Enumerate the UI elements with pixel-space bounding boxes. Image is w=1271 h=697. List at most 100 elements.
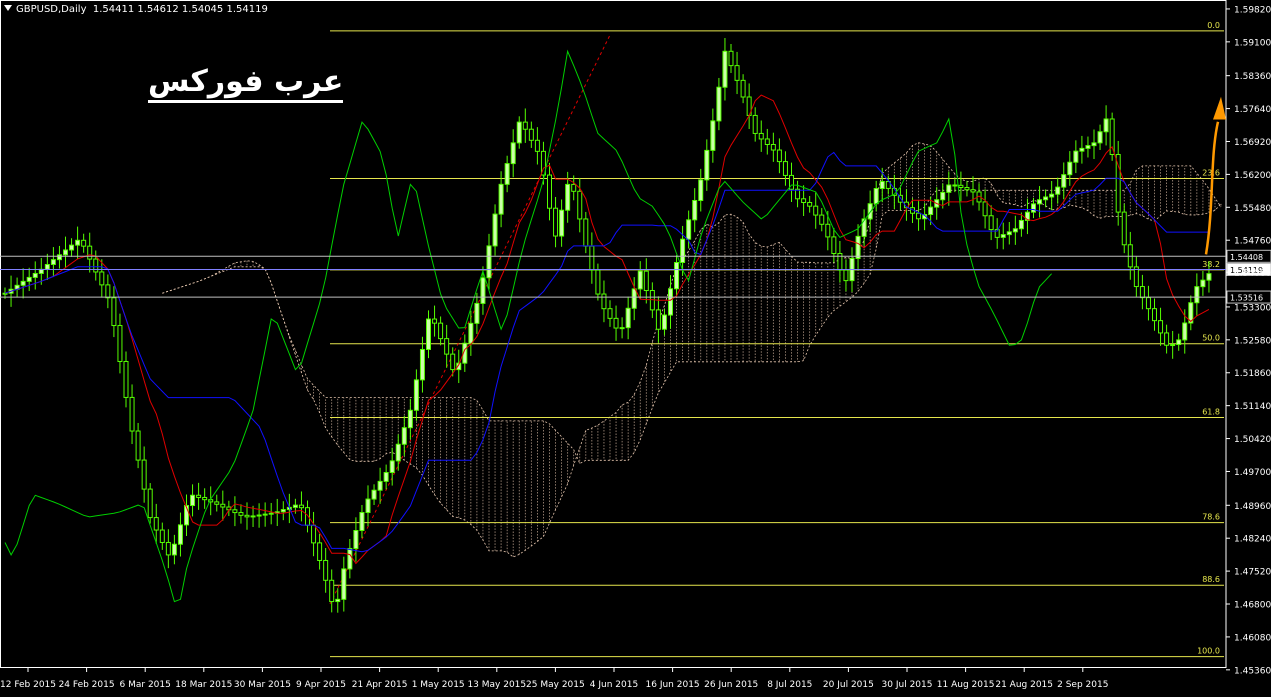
candle-bear (99, 271, 105, 286)
candle-bull (353, 529, 359, 549)
candle-bear (583, 218, 589, 247)
candle-bear (734, 65, 740, 81)
y-tick-label: 1.52580 (1234, 336, 1271, 346)
candle-bull (63, 249, 68, 256)
candle-bear (831, 236, 837, 255)
tenkan-sen-line (4, 94, 1210, 565)
y-tick-label: 1.56200 (1234, 171, 1271, 181)
candle-bear (311, 524, 317, 544)
candle-bull (377, 480, 383, 491)
fib-level-label: 38.2 (1202, 260, 1220, 269)
candle-bull (1006, 231, 1012, 236)
chikou-span-line (4, 49, 1052, 603)
chart-canvas[interactable]: 0.023.638.250.061.878.688.6100.01.544081… (0, 0, 1271, 693)
candle-bull (347, 547, 353, 570)
price-label: 1.53516 (1230, 294, 1263, 303)
candle-bull (2, 292, 8, 295)
candle-bull (426, 318, 431, 350)
candle-bear (522, 121, 528, 130)
candle-bull (1097, 131, 1103, 144)
candle-bear (916, 212, 922, 220)
y-tick-label: 1.49700 (1234, 468, 1271, 478)
candle-bull (1091, 142, 1097, 147)
candle-bull (668, 288, 673, 316)
candle-bull (1031, 203, 1036, 213)
y-tick-label: 1.47520 (1234, 568, 1271, 578)
dropdown-triangle-icon[interactable] (4, 5, 12, 11)
candle-bull (928, 206, 934, 215)
candle-bull (1103, 118, 1109, 133)
candle-bear (238, 512, 244, 516)
candle-bear (444, 338, 450, 355)
candle-bull (407, 409, 413, 429)
candle-bear (196, 494, 202, 498)
candle-bear (1139, 286, 1145, 299)
candle-bull (565, 183, 571, 211)
candle-bear (982, 201, 988, 217)
candle-bull (1067, 161, 1073, 176)
candle-bull (292, 504, 298, 508)
candle-bull (1206, 273, 1212, 281)
y-tick-label: 1.59100 (1234, 38, 1271, 48)
candle-bull (492, 213, 498, 247)
x-tick-label: 9 Apr 2015 (296, 680, 346, 690)
candle-bull (1085, 145, 1091, 149)
candle-bull (625, 307, 631, 329)
x-tick-label: 21 Apr 2015 (352, 680, 408, 690)
candle-bear (111, 297, 117, 327)
candle-bull (250, 515, 256, 518)
candle-bull (1073, 150, 1079, 163)
candle-bear (147, 488, 153, 519)
candle-bear (776, 149, 782, 163)
candle-bull (177, 524, 183, 545)
candle-bull (861, 218, 867, 237)
candle-bear (1115, 153, 1121, 213)
candle-bear (764, 138, 770, 146)
chart[interactable]: 0.0 23.6 38.2 50.0 61.8 78.6 88.6 100.0 1.54408 1… (0, 0, 1271, 693)
candle-bull (365, 498, 371, 514)
candle-bear (571, 183, 577, 192)
candle-bear (323, 559, 329, 581)
candle-bear (123, 360, 129, 398)
y-tick-label: 1.46080 (1234, 633, 1271, 643)
candle-bear (93, 258, 99, 273)
candle-bull (69, 244, 75, 251)
candle-bear (825, 223, 831, 238)
x-tick-label: 24 Feb 2015 (59, 680, 115, 690)
candle-bull (335, 598, 341, 603)
x-tick-label: 12 Feb 2015 (0, 680, 56, 690)
candle-bear (601, 293, 607, 310)
candle-bear (988, 215, 994, 231)
candle-bull (631, 288, 637, 309)
candle-bull (1061, 174, 1067, 188)
candle-bear (952, 184, 958, 187)
candle-bear (577, 190, 583, 220)
candle-bull (190, 494, 196, 507)
x-tick-label: 6 Mar 2015 (120, 680, 171, 690)
candle-bull (1200, 279, 1206, 288)
candle-bull (637, 270, 643, 290)
candle-bear (528, 128, 534, 141)
candle-bull (873, 188, 879, 205)
candle-bear (81, 239, 87, 247)
candle-bear (329, 579, 335, 603)
candle-bull (855, 235, 861, 259)
candle-bull (56, 254, 62, 261)
candle-bear (970, 189, 976, 193)
candles (2, 38, 1212, 613)
candle-bear (165, 541, 171, 556)
candle-bull (698, 179, 704, 201)
candle-bear (298, 504, 304, 509)
candle-bear (1109, 118, 1115, 155)
y-tick-label: 1.48960 (1234, 502, 1271, 512)
projection-arrow (1204, 121, 1220, 255)
candle-bull (1018, 219, 1024, 230)
candle-bull (419, 348, 425, 381)
x-tick-label: 2 Sep 2015 (1057, 680, 1108, 690)
candle-bear (964, 187, 970, 191)
ohlc-values: 1.54411 1.54612 1.54045 1.54119 (92, 4, 268, 15)
x-tick-label: 16 Jun 2015 (646, 680, 700, 690)
candle-bear (807, 201, 813, 207)
senkou-span-a-line (162, 142, 1222, 558)
candle-bull (510, 142, 516, 165)
